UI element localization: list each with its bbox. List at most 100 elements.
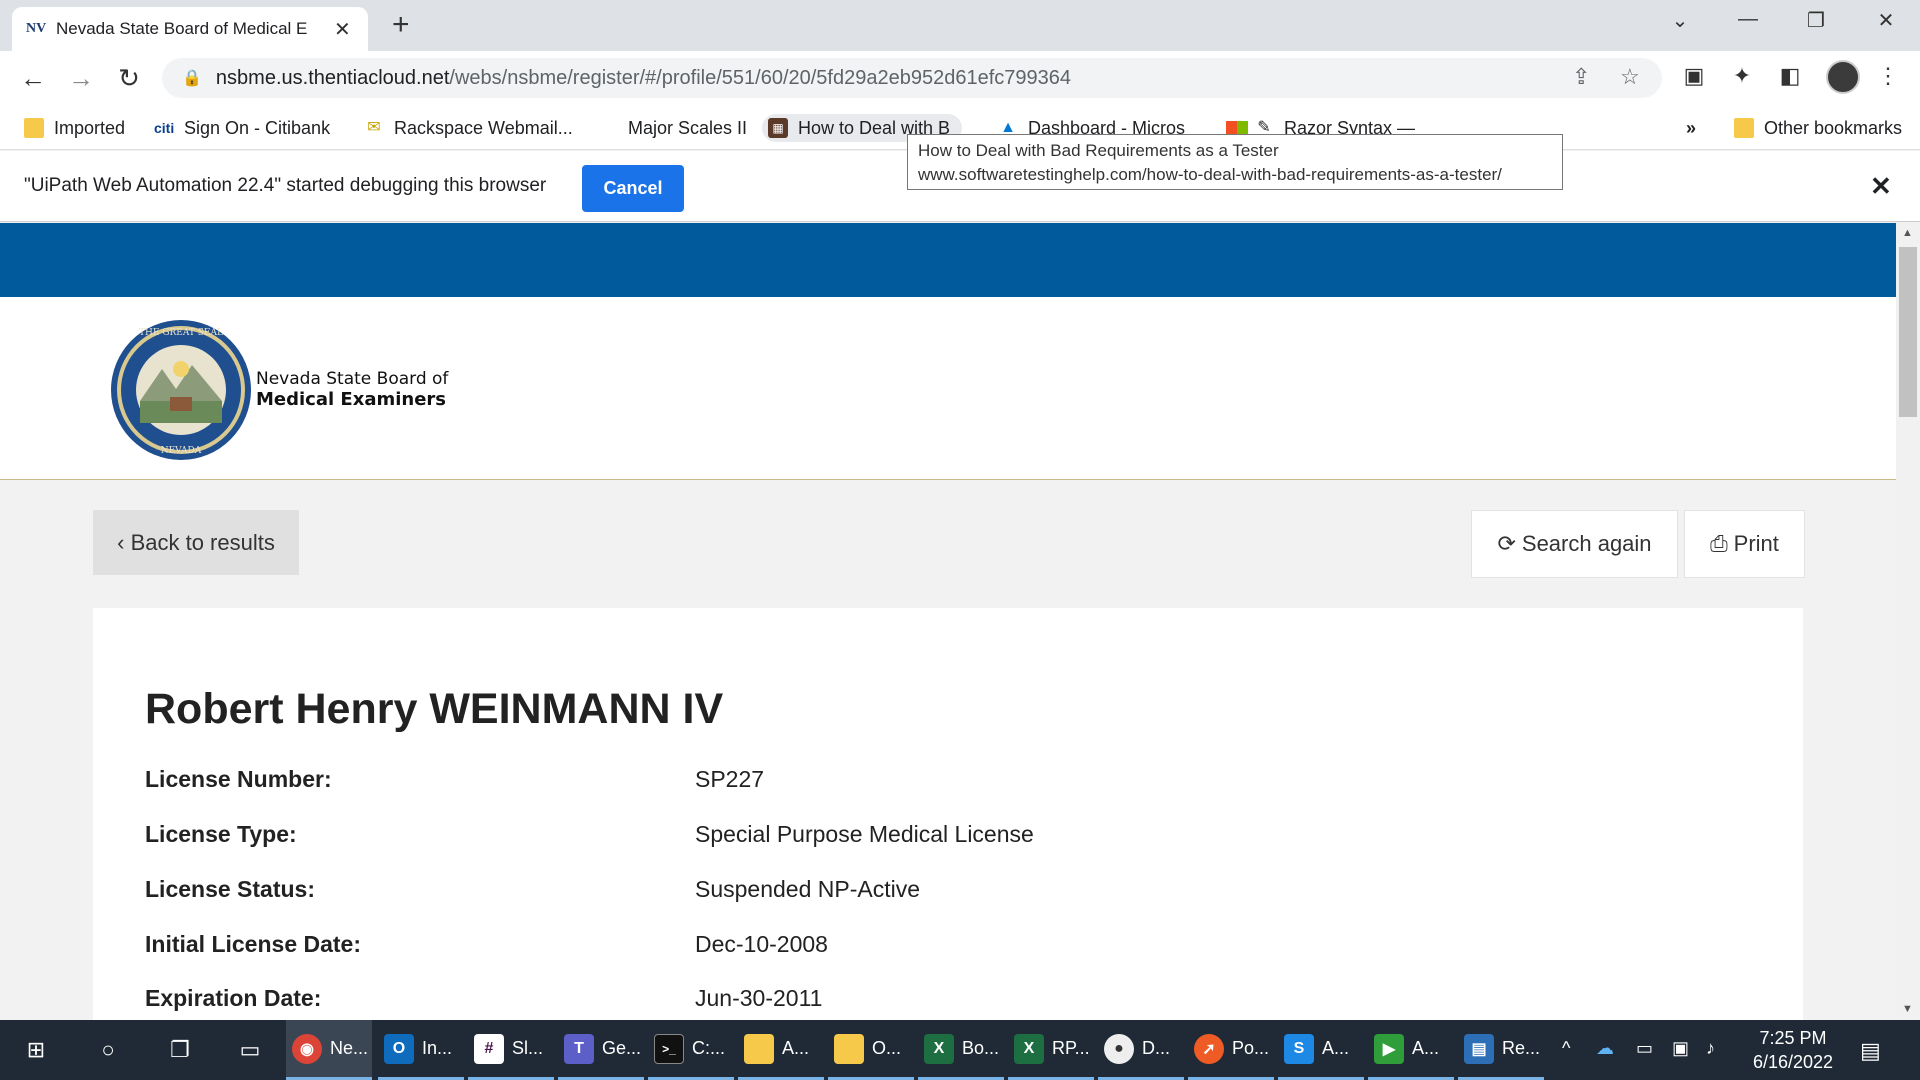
taskbar-app-teams[interactable]: T Ge... xyxy=(558,1020,644,1080)
tooltip-title: How to Deal with Bad Requirements as a T… xyxy=(918,141,1279,160)
browser-tab-active[interactable]: NV Nevada State Board of Medical E ✕ xyxy=(12,7,368,51)
pinned-app-icon[interactable]: ▭ xyxy=(234,1034,266,1066)
play-icon: ▶ xyxy=(1374,1033,1404,1064)
terminal-icon: >_ xyxy=(654,1033,684,1064)
network-icon[interactable]: ▣ xyxy=(1672,1038,1689,1059)
extension-uipath-icon[interactable]: ▣ xyxy=(1678,63,1710,89)
address-bar[interactable]: 🔒 nsbme.us.thentiacloud.net /webs/nsbme/… xyxy=(162,58,1662,98)
onedrive-cloud-icon[interactable]: ☁ xyxy=(1596,1038,1614,1059)
volume-icon[interactable]: ♪ xyxy=(1706,1038,1715,1059)
notification-center-icon[interactable]: ▤ xyxy=(1860,1038,1881,1064)
side-panel-icon[interactable]: ◧ xyxy=(1774,63,1806,89)
bookmark-label: Sign On - Citibank xyxy=(184,117,331,138)
tab-search-icon[interactable]: ⌄ xyxy=(1660,8,1700,33)
bookmark-citibank[interactable]: citi Sign On - Citibank xyxy=(154,114,330,142)
share-icon[interactable]: ⇪ xyxy=(1572,64,1590,90)
svg-text:NEVADA: NEVADA xyxy=(161,446,202,456)
restore-icon[interactable]: ❐ xyxy=(1796,8,1836,33)
expiration-date-value: Jun-30-2011 xyxy=(695,985,823,1011)
bookmark-rackspace[interactable]: ✉ Rackspace Webmail... xyxy=(364,114,573,142)
window-close-icon[interactable]: ✕ xyxy=(1866,8,1906,33)
url-host: nsbme.us.thentiacloud.net xyxy=(215,66,450,89)
printer-icon: ⎙ xyxy=(1710,531,1728,556)
taskbar-app-label: A... xyxy=(1322,1038,1350,1058)
more-bookmarks-chevron[interactable]: » xyxy=(1686,114,1696,142)
profile-avatar[interactable] xyxy=(1826,60,1860,94)
taskbar-app-label: Re... xyxy=(1502,1038,1541,1058)
print-label: Print xyxy=(1733,531,1779,556)
taskbar-clock[interactable]: 7:25 PM 6/16/2022 xyxy=(1738,1026,1848,1074)
clock-time: 7:25 PM xyxy=(1759,1028,1827,1048)
app-icon: ● xyxy=(1104,1033,1134,1064)
org-name-line2: Medical Examiners xyxy=(256,389,447,410)
taskbar-app-a-green[interactable]: ▶ A... xyxy=(1368,1020,1454,1080)
lock-icon: 🔒 xyxy=(182,70,202,87)
scroll-thumb[interactable] xyxy=(1899,247,1917,417)
taskbar-app-explorer-o[interactable]: O... xyxy=(828,1020,914,1080)
tab-close-icon[interactable]: ✕ xyxy=(334,17,351,42)
org-name: Nevada State Board of Medical Examiners xyxy=(256,369,448,410)
microsoft-icon xyxy=(1226,121,1248,135)
bookmark-major-scales[interactable]: Major Scales II xyxy=(628,114,747,142)
license-type-label: License Type: xyxy=(145,821,297,847)
scroll-up-icon[interactable]: ▲ xyxy=(1902,227,1913,239)
excel-icon: X xyxy=(924,1033,954,1064)
taskbar-app-postman[interactable]: ➚ Po... xyxy=(1188,1020,1274,1080)
cancel-button[interactable]: Cancel xyxy=(582,165,684,212)
bookmark-label: Other bookmarks xyxy=(1764,117,1903,138)
taskbar-app-label: Po... xyxy=(1232,1038,1270,1058)
taskbar-app-chrome[interactable]: ◉ Ne... xyxy=(286,1020,372,1080)
windows-start-icon[interactable]: ⊞ xyxy=(20,1034,52,1066)
license-status-value: Suspended NP-Active xyxy=(695,876,921,902)
minimize-icon[interactable]: — xyxy=(1728,8,1768,31)
taskbar-app-remote-desktop[interactable]: ▤ Re... xyxy=(1458,1020,1544,1080)
app-icon: S xyxy=(1284,1033,1314,1064)
bookmark-label: Rackspace Webmail... xyxy=(394,117,573,138)
taskbar-app-label: D... xyxy=(1142,1038,1171,1058)
back-to-results-label: Back to results xyxy=(130,529,275,555)
org-name-line1: Nevada State Board of xyxy=(256,369,449,389)
taskbar-app-a-blue[interactable]: S A... xyxy=(1278,1020,1364,1080)
site-header: THE GREAT SEAL NEVADA Nevada State Board… xyxy=(0,297,1896,480)
taskbar-app-terminal[interactable]: >_ C:... xyxy=(648,1020,734,1080)
bookmark-imported[interactable]: Imported xyxy=(24,114,125,142)
web-page: THE GREAT SEAL NEVADA Nevada State Board… xyxy=(0,223,1896,1020)
infobar-close-icon[interactable]: ✕ xyxy=(1870,171,1892,202)
menu-kebab-icon[interactable]: ⋮ xyxy=(1872,63,1904,89)
task-view-icon[interactable]: ❐ xyxy=(164,1034,196,1066)
taskbar-app-label: Ne... xyxy=(330,1038,369,1058)
folder-icon xyxy=(24,118,44,138)
search-circle-icon[interactable]: ○ xyxy=(92,1034,124,1066)
chevron-up-icon[interactable]: ^ xyxy=(1562,1038,1570,1059)
tooltip-url: www.softwaretestinghelp.com/how-to-deal-… xyxy=(918,165,1502,184)
bookmark-star-icon[interactable]: ☆ xyxy=(1620,64,1640,90)
search-again-label: Search again xyxy=(1521,531,1652,556)
profile-card: Robert Henry WEINMANN IV License Number:… xyxy=(93,608,1803,1020)
print-button[interactable]: ⎙ Print xyxy=(1684,510,1805,578)
taskbar-app-excel-bo[interactable]: X Bo... xyxy=(918,1020,1004,1080)
taskbar-app-label: A... xyxy=(782,1038,810,1058)
reload-icon[interactable]: ↻ xyxy=(112,63,146,93)
infobar-message: "UiPath Web Automation 22.4" started deb… xyxy=(24,175,547,196)
folder-icon xyxy=(744,1033,774,1064)
taskbar-app-excel-rp[interactable]: X RP... xyxy=(1008,1020,1094,1080)
back-to-results-button[interactable]: ‹ Back to results xyxy=(93,510,299,575)
taskbar-app-slack[interactable]: # Sl... xyxy=(468,1020,554,1080)
scroll-down-icon[interactable]: ▼ xyxy=(1902,1003,1913,1015)
bookmark-label: Imported xyxy=(54,117,126,138)
taskbar-app-label: A... xyxy=(1412,1038,1440,1058)
new-tab-icon[interactable]: + xyxy=(392,10,410,40)
battery-icon[interactable]: ▭ xyxy=(1636,1038,1653,1059)
forward-arrow-icon[interactable]: → xyxy=(64,63,98,93)
extensions-puzzle-icon[interactable]: ✦ xyxy=(1726,63,1758,89)
taskbar-app-outlook[interactable]: O In... xyxy=(378,1020,464,1080)
back-arrow-icon[interactable]: ← xyxy=(16,63,50,93)
teams-icon: T xyxy=(564,1033,594,1064)
bookmark-other[interactable]: Other bookmarks xyxy=(1734,114,1902,142)
taskbar-app-explorer-a[interactable]: A... xyxy=(738,1020,824,1080)
search-again-button[interactable]: ⟳ Search again xyxy=(1471,510,1678,578)
page-scrollbar[interactable]: ▲ ▼ xyxy=(1896,223,1920,1020)
taskbar-app-d[interactable]: ● D... xyxy=(1098,1020,1184,1080)
postman-icon: ➚ xyxy=(1194,1033,1224,1064)
initial-license-date-label: Initial License Date: xyxy=(145,931,362,957)
